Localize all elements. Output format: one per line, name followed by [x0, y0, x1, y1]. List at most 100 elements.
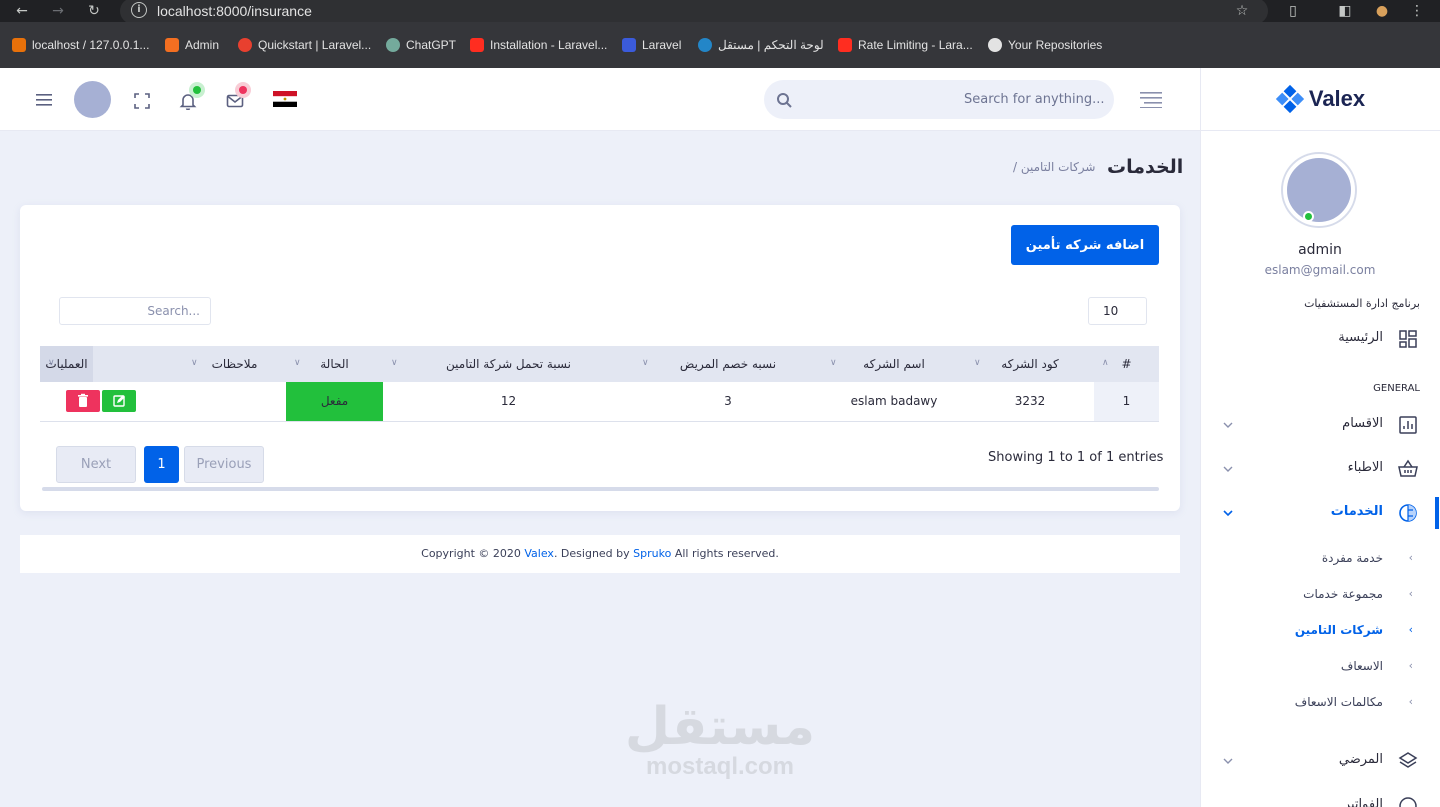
sidebar-item-label: الاطباء — [1347, 460, 1383, 475]
sidebar-item-label: الفواتير — [1343, 797, 1383, 807]
sort-icon: ∨ — [48, 358, 55, 368]
brand-name: Valex — [1308, 86, 1366, 111]
add-insurance-company-button[interactable]: اضافه شركه تأمين — [1011, 225, 1159, 265]
column-header-actions[interactable]: ∨ العمليات — [40, 346, 93, 382]
bookmark-item[interactable]: localhost / 127.0.0.1... — [12, 38, 149, 52]
sidebar-item-label: الاقسام — [1342, 416, 1383, 431]
sidebar-item-departments[interactable]: الاقسام — [1200, 407, 1440, 443]
site-info-icon[interactable]: i — [131, 2, 147, 18]
sub-item-label: مكالمات الاسعاف — [1294, 695, 1383, 709]
app-section-title: برنامج ادارة المستشفيات — [1304, 297, 1420, 310]
sub-item-label: شركات التامين — [1294, 623, 1383, 637]
notification-dot — [193, 86, 201, 94]
sort-icon: ∨ — [294, 358, 301, 368]
fullscreen-icon[interactable] — [133, 92, 151, 110]
chevron-left-icon: ‹ — [1408, 623, 1413, 636]
forward-arrow-icon[interactable]: → — [46, 0, 70, 22]
footer-designer-link[interactable]: Spruko — [633, 547, 671, 560]
global-search-placeholder: Search for anything... — [964, 92, 1105, 107]
sidebar-sub-insurance[interactable]: شركات التامين ‹ — [1200, 620, 1440, 644]
pagination-previous-button[interactable]: Previous — [184, 446, 264, 483]
bookmark-item[interactable]: لوحة التحكم | مستقل — [698, 38, 824, 52]
browser-menu-icon[interactable]: ⋮ — [1405, 0, 1429, 22]
search-icon[interactable] — [776, 92, 793, 109]
invoice-icon — [1398, 796, 1418, 807]
column-header-index[interactable]: ∧ # — [1094, 346, 1159, 382]
extensions-icon[interactable]: ▯ — [1281, 0, 1305, 22]
sidebar-sub-ambulance[interactable]: الاسعاف ‹ — [1200, 656, 1440, 680]
sidebar-sub-single-service[interactable]: خدمة مفردة ‹ — [1200, 548, 1440, 572]
chevron-left-icon: ‹ — [1408, 551, 1413, 564]
sort-icon: ∨ — [830, 358, 837, 368]
pagination-current-page[interactable]: 1 — [144, 446, 179, 483]
chevron-down-icon — [1222, 463, 1234, 475]
brand-logo[interactable]: Valex — [1200, 68, 1440, 131]
column-header-company-code[interactable]: ∨ كود الشركه — [966, 346, 1094, 382]
column-header-notes[interactable]: ∨ ملاحظات — [183, 346, 286, 382]
column-header-company-share[interactable]: ∨ نسبة تحمل شركة التامين — [383, 346, 634, 382]
sidebar-sub-ambulance-calls[interactable]: مكالمات الاسعاف ‹ — [1200, 692, 1440, 716]
mail-icon[interactable] — [226, 92, 244, 110]
sidebar-sub-service-group[interactable]: مجموعة خدمات ‹ — [1200, 584, 1440, 608]
horizontal-scrollbar[interactable] — [42, 487, 1159, 491]
valex-logo-icon — [1275, 84, 1305, 114]
basket-icon — [1398, 459, 1418, 479]
avatar[interactable] — [74, 81, 111, 118]
footer-designed-by: . Designed by — [553, 547, 634, 560]
bookmark-item[interactable]: Your Repositories — [988, 38, 1102, 52]
bookmark-item[interactable]: Laravel — [622, 38, 681, 52]
edit-button[interactable] — [102, 390, 136, 413]
egypt-flag-icon[interactable] — [273, 91, 297, 107]
table-search-input[interactable]: Search... — [59, 297, 211, 325]
sidebar-item-patients[interactable]: المرضي — [1200, 743, 1440, 779]
profile-icon[interactable]: ● — [1370, 0, 1394, 22]
chevron-left-icon: ‹ — [1408, 695, 1413, 708]
bookmark-favicon-icon — [698, 38, 712, 52]
table-row: مفعل 12 3 eslam badawy 3232 1 — [40, 382, 1159, 422]
bookmark-item[interactable]: Installation - Laravel... — [470, 38, 607, 52]
sidebar-item-invoices[interactable]: الفواتير — [1200, 788, 1440, 807]
sort-icon: ∨ — [391, 358, 398, 368]
insurance-table: ∨ العمليات ∨ ملاحظات ∨ الحالة ∨ نسبة تحمل شر… — [40, 346, 1159, 422]
sidebar-avatar[interactable] — [1283, 154, 1355, 226]
sidebar-toggle-icon[interactable] — [1140, 92, 1162, 108]
address-url[interactable]: localhost:8000/insurance — [157, 3, 312, 19]
bookmark-item[interactable]: Rate Limiting - Lara... — [838, 38, 973, 52]
sidebar-item-services[interactable]: الخدمات — [1200, 495, 1440, 531]
page-length-select[interactable]: 10 — [1088, 297, 1147, 325]
bookmark-item[interactable]: Quickstart | Laravel... — [238, 38, 371, 52]
pagination-next-button[interactable]: Next — [56, 446, 136, 483]
sidebar-item-doctors[interactable]: الاطباء — [1200, 451, 1440, 487]
row-index: 1 — [1094, 382, 1159, 422]
reload-icon[interactable]: ↻ — [82, 0, 106, 22]
bookmark-item[interactable]: Admin — [165, 38, 219, 52]
back-arrow-icon[interactable]: ← — [10, 0, 34, 22]
row-notes — [183, 382, 286, 422]
column-header-company-name[interactable]: ∨ اسم الشركه — [822, 346, 966, 382]
bookmark-star-icon[interactable]: ☆ — [1230, 0, 1254, 22]
sub-item-label: خدمة مفردة — [1321, 551, 1383, 565]
online-status-dot — [1303, 211, 1314, 222]
hamburger-menu-icon[interactable] — [36, 94, 52, 106]
column-header-patient-discount[interactable]: ∨ نسبه خصم المريض — [634, 346, 822, 382]
active-indicator — [1435, 497, 1439, 529]
page-title: الخدمات — [1107, 156, 1184, 178]
breadcrumb[interactable]: / شركات التامين — [1013, 160, 1095, 174]
notification-bell-icon[interactable] — [179, 92, 197, 110]
bookmark-item[interactable]: ChatGPT — [386, 38, 456, 52]
layers-icon — [1398, 751, 1418, 771]
side-panel-icon[interactable]: ◧ — [1333, 0, 1357, 22]
footer: Copyright © 2020 Valex. Designed by Spru… — [20, 535, 1180, 573]
chevron-down-icon — [1222, 755, 1234, 767]
column-header-status[interactable]: ∨ الحالة — [286, 346, 383, 382]
row-actions-cell — [40, 382, 183, 422]
bookmark-favicon-icon — [622, 38, 636, 52]
delete-button[interactable] — [66, 390, 100, 413]
footer-brand-link[interactable]: Valex — [524, 547, 554, 560]
column-header-actions-spacer — [93, 346, 183, 382]
row-company-share: 12 — [383, 382, 634, 422]
bookmarks-bar: localhost / 127.0.0.1... Admin Quickstar… — [0, 22, 1440, 68]
watermark: مستقل mostaql.com — [620, 700, 820, 780]
chevron-left-icon: ‹ — [1408, 659, 1413, 672]
sidebar-item-home[interactable]: الرئيسية — [1200, 321, 1440, 357]
